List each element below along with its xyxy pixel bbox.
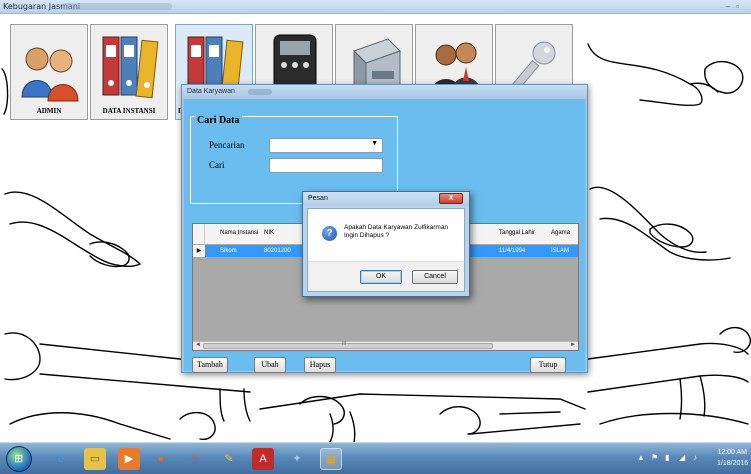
clock[interactable]: 12:00 AM 1/18/2016 [717, 447, 749, 469]
data-instansi-tile[interactable]: DATA INSTANSI [90, 24, 168, 120]
window-controls[interactable]: –▫ [726, 2, 745, 11]
scroll-right-icon[interactable]: ► [570, 342, 576, 348]
question-icon: ? [322, 226, 337, 241]
dialog-titlebar-blur [248, 89, 272, 95]
cari-input[interactable] [269, 158, 383, 173]
col-nama-instansi[interactable]: Nama Instansi [220, 230, 258, 236]
close-button[interactable]: X [439, 193, 463, 204]
clock-date: 1/18/2016 [717, 460, 749, 467]
confirm-delete-dialog: Pesan X ? Apakah Data Karyawan Zulfikarm… [302, 191, 470, 297]
app-icon[interactable]: ✦ [286, 448, 308, 470]
ie-icon[interactable]: e [50, 448, 72, 470]
explorer-icon[interactable]: ▭ [84, 448, 106, 470]
windows-logo-icon: ⊞ [14, 453, 24, 465]
flag-icon[interactable]: ⚑ [651, 453, 658, 462]
admin-users-icon [21, 47, 79, 102]
pencarian-label: Pencarian [209, 140, 245, 150]
tray-expand-icon[interactable]: ▲ [637, 453, 645, 462]
message-body: ? Apakah Data Karyawan Zulfikarman Ingin… [307, 208, 465, 292]
message-text: Apakah Data Karyawan Zulfikarman Ingin D… [344, 224, 449, 239]
ubah-button[interactable]: Ubah [254, 357, 286, 373]
admin-tile[interactable]: ADMIN [10, 24, 88, 120]
battery-icon[interactable]: ▮ [665, 453, 669, 462]
message-titlebar[interactable]: Pesan X [303, 192, 469, 206]
taskbar: ⊞ e ▭ ▶ ● ♨ ✎ A ✦ ▦ ▲ ⚑ ▮ ◢ ♪ 12:00 AM 1… [0, 442, 751, 474]
scroll-left-icon[interactable]: ◄ [195, 342, 201, 348]
network-icon[interactable]: ◢ [679, 453, 685, 462]
cell-nik[interactable]: 80201200 [264, 248, 291, 254]
message-title: Pesan [308, 195, 328, 202]
acrobat-icon[interactable]: A [252, 448, 274, 470]
dialog-titlebar[interactable]: Data Karyawan [182, 85, 587, 99]
cell-tanggal-lahir[interactable]: 11/4/1994 [499, 248, 525, 254]
system-tray: ▲ ⚑ ▮ ◢ ♪ 12:00 AM 1/18/2016 [637, 447, 749, 471]
cancel-button[interactable]: Cancel [412, 270, 458, 284]
firefox-icon[interactable]: ● [150, 448, 172, 470]
start-button[interactable]: ⊞ [6, 446, 32, 472]
clock-time: 12:00 AM [717, 449, 747, 456]
ok-button[interactable]: OK [360, 270, 402, 284]
data-instansi-label: DATA INSTANSI [102, 107, 156, 115]
main-window-titlebar: Kebugaran Jasmani –▫ [0, 0, 751, 14]
java-icon[interactable]: ♨ [184, 448, 206, 470]
row-selected-marker: ▶ [193, 245, 205, 257]
dialog-title: Data Karyawan [187, 88, 235, 95]
cell-nama-instansi[interactable]: Sikom [220, 248, 237, 254]
paint-icon[interactable]: ✎ [218, 448, 240, 470]
col-nik[interactable]: NIK [264, 230, 274, 236]
cell-agama[interactable]: ISLAM [551, 248, 569, 254]
scroll-thumb[interactable]: III [203, 341, 493, 349]
scroll-thumb-grip: III [342, 341, 347, 347]
titlebar-blur [62, 3, 172, 10]
grid-horizontal-scrollbar[interactable]: ◄ III ► [193, 341, 578, 350]
tutup-button[interactable]: Tutup [530, 357, 566, 373]
admin-label: ADMIN [36, 107, 62, 115]
app-running-icon[interactable]: ▦ [320, 448, 342, 470]
cari-label: Cari [209, 160, 225, 170]
message-button-bar: OK Cancel [308, 261, 464, 291]
col-agama[interactable]: Agama [551, 230, 570, 236]
col-tanggal-lahir[interactable]: Tanggal Lahir [499, 230, 535, 236]
volume-icon[interactable]: ♪ [693, 453, 697, 462]
cari-data-title: Cari Data [195, 115, 242, 126]
chevron-down-icon[interactable]: ▼ [371, 140, 378, 147]
media-player-icon[interactable]: ▶ [118, 448, 140, 470]
pencarian-select[interactable]: ▼ [269, 138, 383, 153]
tambah-button[interactable]: Tambah [192, 357, 228, 373]
hapus-button[interactable]: Hapus [304, 357, 336, 373]
binders-icon [102, 36, 159, 99]
grid-corner [193, 224, 205, 245]
